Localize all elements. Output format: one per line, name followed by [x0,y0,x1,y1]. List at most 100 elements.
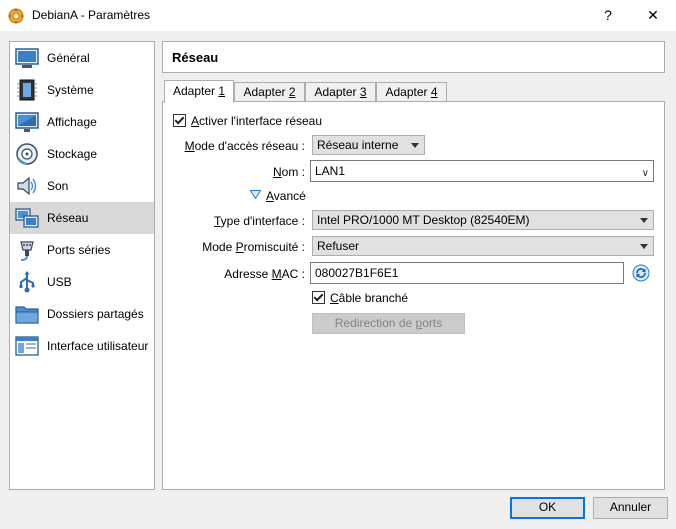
interface-type-select[interactable]: Intel PRO/1000 MT Desktop (82540EM) [312,210,654,230]
label-text: orts [422,316,443,330]
enable-adapter-label[interactable]: Activer l'interface réseau [191,114,322,128]
mnemonic: A [266,189,274,203]
tab-adapter-2[interactable]: Adapter 2 [234,82,305,102]
network-name-combobox[interactable]: LAN1 ∨ [310,160,654,182]
label-text: ode d'accès réseau : [194,139,305,153]
page-header: Réseau [162,41,665,73]
label-text: ype d'interface : [220,214,305,228]
speaker-icon [17,176,37,196]
label-text: Redirection de [334,316,416,330]
promiscuous-mode-value: Refuser [317,239,360,253]
label-text: ctiver l'interface réseau [199,114,323,128]
title-bar: DebianA - Paramètres ? ✕ [0,0,676,31]
sidebar-item-label: Système [47,83,94,97]
storage-disk-icon [16,143,38,165]
tab-label: Adapter [314,85,360,99]
sidebar-item-label: USB [47,275,72,289]
shared-folder-icon [15,306,39,324]
tab-mnemonic: 1 [218,84,226,98]
sidebar-item-audio[interactable]: Son [10,170,154,202]
sidebar-item-usb[interactable]: USB [10,266,154,298]
label-text: romiscuité : [243,240,305,254]
chevron-down-icon [640,218,648,223]
refresh-mac-icon[interactable] [632,264,650,282]
sidebar-item-label: Affichage [47,115,97,129]
promiscuous-mode-select[interactable]: Refuser [312,236,654,256]
promiscuous-mode-label: Mode Promiscuité : [202,240,305,254]
sidebar-item-storage[interactable]: Stockage [10,138,154,170]
advanced-toggle[interactable]: Avancé [266,189,306,203]
chevron-down-icon [640,244,648,249]
window-title: DebianA - Paramètres [32,8,151,22]
port-forwarding-button[interactable]: Redirection de ports [312,313,465,334]
sidebar-item-label: Stockage [47,147,98,161]
access-mode-label: Mode d'accès réseau : [185,139,305,153]
tab-label: Adapter [243,85,289,99]
name-label: Nom : [273,165,305,179]
tab-mnemonic: 3 [359,85,367,99]
sidebar-item-label: Général [47,51,90,65]
mnemonic: M [271,267,282,281]
sidebar-item-label: Son [47,179,69,193]
chevron-down-icon [411,143,419,148]
label-text: âble branché [338,291,409,305]
mnemonic: C [330,291,339,305]
mnemonic: T [213,214,221,228]
label-text: AC : [281,267,305,281]
cable-connected-label[interactable]: Câble branché [330,291,408,305]
ok-button[interactable]: OK [510,497,585,519]
label-text: vancé [273,189,306,203]
close-button[interactable]: ✕ [630,0,676,31]
tab-label: Adapter [172,84,219,98]
mac-address-label: Adresse MAC : [224,267,305,281]
tab-mnemonic: 4 [430,85,438,99]
settings-category-list: Général Système Affichage Stockage Son R… [9,41,155,490]
sidebar-item-serial-ports[interactable]: Ports séries [10,234,154,266]
sidebar-item-user-interface[interactable]: Interface utilisateur [10,330,154,362]
system-chip-icon [17,79,37,101]
display-monitor-icon [15,112,39,132]
mac-address-value: 080027B1F6E1 [315,266,399,280]
sidebar-item-shared-folders[interactable]: Dossiers partagés [10,298,154,330]
mnemonic: M [184,139,195,153]
tab-adapter-4[interactable]: Adapter 4 [376,82,447,102]
label-text: Adresse [224,267,272,281]
sidebar-item-display[interactable]: Affichage [10,106,154,138]
sidebar-item-label: Réseau [47,211,89,225]
help-button[interactable]: ? [594,0,622,31]
sidebar-item-network[interactable]: Réseau [10,202,154,234]
access-mode-value: Réseau interne [317,138,399,152]
cable-connected-checkbox[interactable] [312,291,325,304]
general-icon [15,48,39,68]
tab-mnemonic: 2 [288,85,296,99]
sidebar-item-system[interactable]: Système [10,74,154,106]
interface-type-label: Type d'interface : [214,214,305,228]
mac-address-input[interactable]: 080027B1F6E1 [310,262,624,284]
mnemonic: N [272,165,282,179]
user-interface-icon [15,336,39,356]
page-title: Réseau [172,50,219,65]
tab-adapter-1[interactable]: Adapter 1 [164,80,234,103]
network-icon [15,208,39,228]
tab-adapter-3[interactable]: Adapter 3 [305,82,376,102]
check-mark-icon [313,291,324,302]
serial-port-icon [20,241,34,261]
interface-type-value: Intel PRO/1000 MT Desktop (82540EM) [317,213,530,227]
chevron-down-icon[interactable]: ∨ [642,164,649,184]
sidebar-item-general[interactable]: Général [10,42,154,74]
tab-label: Adapter [385,85,431,99]
sidebar-item-label: Ports séries [47,243,111,257]
access-mode-select[interactable]: Réseau interne [312,135,425,155]
usb-icon [19,271,35,293]
mnemonic: P [235,240,244,254]
enable-adapter-checkbox[interactable] [173,114,186,127]
mnemonic: A [191,114,200,128]
label-text: Mode [202,240,236,254]
adapter-settings-panel: Activer l'interface réseau Mode d'accès … [162,101,665,490]
label-text: om : [281,165,305,179]
expand-triangle-icon[interactable] [250,190,261,199]
virtualbox-icon [8,8,24,24]
sidebar-item-label: Interface utilisateur [47,339,149,353]
cancel-button[interactable]: Annuler [593,497,668,519]
check-mark-icon [174,114,185,125]
